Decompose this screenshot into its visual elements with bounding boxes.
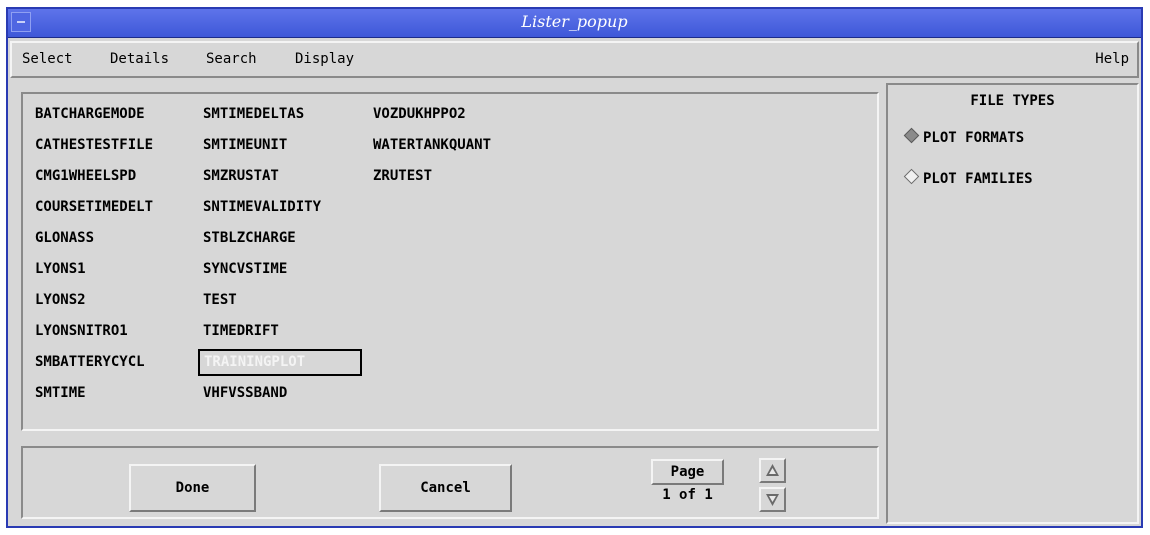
page-down-button[interactable] xyxy=(759,487,786,512)
radio-plot-formats[interactable]: PLOT FORMATS xyxy=(903,127,1025,146)
cancel-button[interactable]: Cancel xyxy=(379,464,512,512)
list-item[interactable]: TEST xyxy=(203,291,237,309)
menu-search[interactable]: Search xyxy=(206,51,257,67)
menu-display[interactable]: Display xyxy=(295,51,354,67)
list-item[interactable]: SMZRUSTAT xyxy=(203,167,279,185)
list-item[interactable]: SMTIMEDELTAS xyxy=(203,105,304,123)
radio-label: PLOT FAMILIES xyxy=(923,171,1033,187)
list-item[interactable]: VHFVSSBAND xyxy=(203,384,287,402)
list-item[interactable]: CATHESTESTFILE xyxy=(35,136,153,154)
list-item[interactable]: LYONS1 xyxy=(35,260,86,278)
menu-help[interactable]: Help xyxy=(1095,51,1129,67)
radio-plot-families[interactable]: PLOT FAMILIES xyxy=(903,168,1033,187)
list-item[interactable]: WATERTANKQUANT xyxy=(373,136,491,154)
lister-popup-window: Lister_popup Select Details Search Displ… xyxy=(6,7,1143,528)
list-item[interactable]: BATCHARGEMODE xyxy=(35,105,145,123)
page-up-button[interactable] xyxy=(759,458,786,483)
menu-select[interactable]: Select xyxy=(22,51,73,67)
window-title: Lister_popup xyxy=(521,12,628,31)
list-item[interactable]: TIMEDRIFT xyxy=(203,322,279,340)
file-types-heading: FILE TYPES xyxy=(970,93,1055,109)
list-item[interactable]: COURSETIMEDELT xyxy=(35,198,153,216)
list-item[interactable]: CMG1WHEELSPD xyxy=(35,167,136,185)
radio-label: PLOT FORMATS xyxy=(923,130,1025,146)
title-bar[interactable]: Lister_popup xyxy=(8,9,1141,38)
list-item[interactable]: SMTIME xyxy=(35,384,86,402)
list-item[interactable]: STBLZCHARGE xyxy=(203,229,296,247)
page-indicator: 1 of 1 xyxy=(662,487,713,503)
list-item[interactable]: LYONSNITRO1 xyxy=(35,322,128,340)
radio-diamond-icon xyxy=(903,168,920,185)
list-item-selected[interactable]: TRAININGPLOT xyxy=(198,349,362,376)
file-list: BATCHARGEMODE CATHESTESTFILE CMG1WHEELSP… xyxy=(21,92,879,431)
button-panel: Done Cancel Page 1 of 1 xyxy=(21,446,879,519)
list-item[interactable]: ZRUTEST xyxy=(373,167,432,185)
list-item[interactable]: LYONS2 xyxy=(35,291,86,309)
done-button[interactable]: Done xyxy=(129,464,256,512)
arrow-down-icon xyxy=(766,494,779,506)
list-item[interactable]: SYNCVSTIME xyxy=(203,260,287,278)
list-item[interactable]: SMTIMEUNIT xyxy=(203,136,287,154)
radio-diamond-icon xyxy=(903,127,920,144)
list-item[interactable]: VOZDUKHPPO2 xyxy=(373,105,466,123)
page-button[interactable]: Page xyxy=(651,459,724,485)
menu-details[interactable]: Details xyxy=(110,51,169,67)
file-types-panel: FILE TYPES PLOT FORMATS PLOT FAMILIES xyxy=(886,83,1139,524)
list-item[interactable]: GLONASS xyxy=(35,229,94,247)
arrow-up-icon xyxy=(766,464,779,476)
list-item[interactable]: SNTIMEVALIDITY xyxy=(203,198,321,216)
list-item[interactable]: SMBATTERYCYCL xyxy=(35,353,145,371)
menu-bar: Select Details Search Display Help xyxy=(10,41,1139,78)
